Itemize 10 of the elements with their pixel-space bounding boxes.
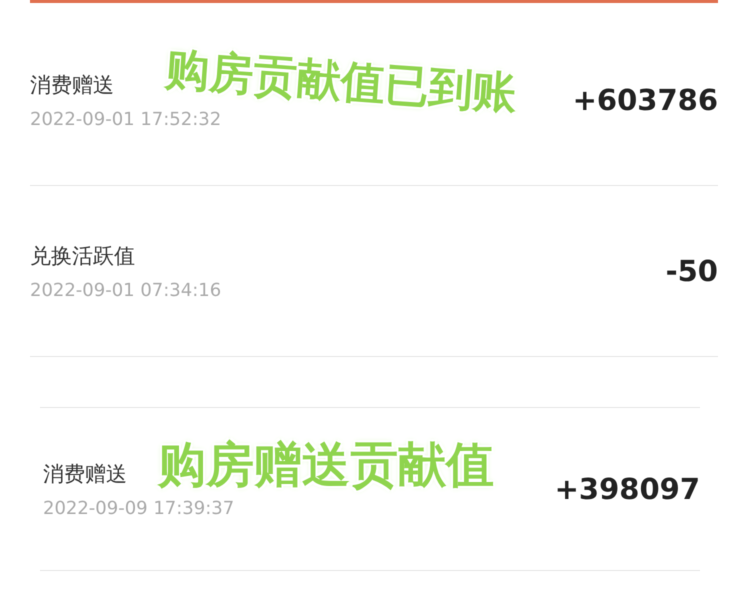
record-title: 消费赠送 [30, 72, 114, 98]
record-amount: -50 [666, 254, 718, 288]
record-time: 2022-09-01 07:34:16 [30, 280, 222, 300]
record-amount: +603786 [572, 83, 718, 117]
record-time: 2022-09-01 17:52:32 [30, 108, 222, 130]
record-title: 兑换活跃值 [30, 242, 135, 270]
record-time: 2022-09-09 17:39:37 [43, 498, 234, 518]
record-amount: +398097 [554, 472, 700, 506]
annotation-text: 购房赠送贡献值 [158, 441, 494, 489]
record-title: 消费赠送 [43, 460, 127, 488]
